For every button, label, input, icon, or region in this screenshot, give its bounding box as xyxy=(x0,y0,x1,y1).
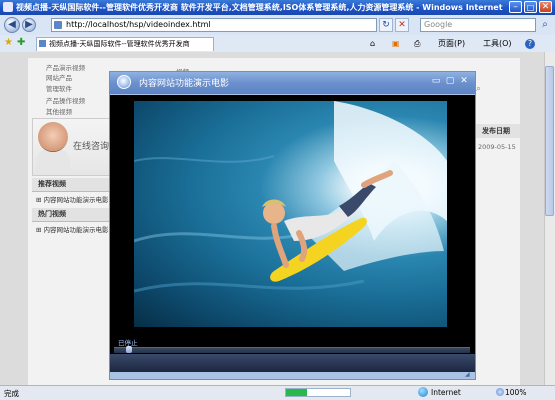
section-recommended-header: 推荐视频 xyxy=(32,178,112,192)
tab-page-icon xyxy=(39,40,46,47)
publish-date: 2009-05-15 xyxy=(478,143,516,151)
bullet-icon: ⊞ xyxy=(36,196,44,204)
internet-zone-icon xyxy=(418,387,428,397)
resize-grip-icon[interactable]: ◢ xyxy=(465,372,473,378)
forward-button[interactable]: ▶ xyxy=(22,18,36,32)
list-item-label: 内容网站功能演示电影 xyxy=(43,196,109,204)
seek-thumb[interactable] xyxy=(126,346,132,353)
page-menu[interactable]: 页面(P) xyxy=(438,38,465,50)
video-frame[interactable] xyxy=(134,101,447,327)
bullet-icon: ⊞ xyxy=(36,226,44,234)
list-item[interactable]: ⊞ 内容网站功能演示电影 xyxy=(36,194,112,204)
consultant-avatar xyxy=(38,122,68,152)
video-player-icon xyxy=(117,75,131,89)
print-icon[interactable]: ⎙ xyxy=(414,38,420,50)
popup-maximize-button[interactable]: ▢ xyxy=(445,76,455,87)
consult-label[interactable]: 在线咨询 xyxy=(73,139,113,152)
sidebar-link-demo[interactable]: 产品演示视频 xyxy=(46,62,106,72)
progress-fill xyxy=(286,389,307,396)
zoom-level[interactable]: 100% xyxy=(505,388,526,397)
popup-close-button[interactable]: ✕ xyxy=(459,76,469,87)
favorites-star-icon[interactable]: ★ xyxy=(4,38,14,48)
help-icon[interactable]: ? xyxy=(525,39,535,49)
tools-menu[interactable]: 工具(O) xyxy=(483,38,512,50)
popup-title: 内容网站功能演示电影 xyxy=(139,79,230,89)
minimize-button[interactable]: – xyxy=(509,1,522,13)
zone-label: Internet xyxy=(431,388,461,397)
maximize-button[interactable]: □ xyxy=(524,1,537,13)
feeds-icon[interactable]: ▣ xyxy=(392,38,400,50)
surfer-image xyxy=(134,101,447,293)
search-icon[interactable]: ⌕ xyxy=(476,84,488,96)
add-favorites-icon[interactable]: ✚ xyxy=(17,38,29,48)
page-icon xyxy=(54,21,62,29)
list-item[interactable]: ⊞ 内容网站功能演示电影 xyxy=(36,224,112,234)
browser-app-icon xyxy=(3,2,13,12)
status-bar xyxy=(0,385,555,400)
search-input[interactable]: Google xyxy=(420,18,536,32)
address-input[interactable]: http://localhost/hsp/videoindex.html xyxy=(51,18,377,32)
search-icon[interactable]: ⌕ xyxy=(538,18,552,32)
section-popular-header: 热门视频 xyxy=(32,208,112,222)
sidebar-link-ops[interactable]: 产品操作视频 xyxy=(46,95,106,105)
home-icon[interactable]: ⌂ xyxy=(370,38,375,50)
stop-button[interactable]: ✕ xyxy=(395,18,409,32)
popup-minimize-button[interactable]: ▭ xyxy=(431,76,441,87)
sidebar-link-mgmt[interactable]: 管理软件 xyxy=(46,83,106,93)
tab-current[interactable]: 视频点播-天纵国际软件--管理软件优秀开发商 xyxy=(36,37,214,51)
back-button[interactable]: ◀ xyxy=(4,17,20,33)
scrollbar-thumb[interactable] xyxy=(545,66,554,216)
seek-bar[interactable] xyxy=(114,347,470,353)
list-item-label: 内容网站功能演示电影 xyxy=(43,226,109,234)
player-status: 已停止 xyxy=(118,339,138,347)
sidebar-link-web[interactable]: 网站产品 xyxy=(46,72,106,82)
refresh-button[interactable]: ↻ xyxy=(379,18,393,32)
player-control-bar[interactable] xyxy=(110,354,475,372)
sidebar-link-other[interactable]: 其他视频 xyxy=(46,106,106,116)
close-button[interactable]: ✕ xyxy=(539,1,552,13)
zoom-icon[interactable] xyxy=(496,388,504,396)
window-title: 视频点播-天纵国际软件--管理软件优秀开发商 软件开发平台,文档管理系统,ISO… xyxy=(16,3,506,12)
status-text: 完成 xyxy=(4,389,19,398)
